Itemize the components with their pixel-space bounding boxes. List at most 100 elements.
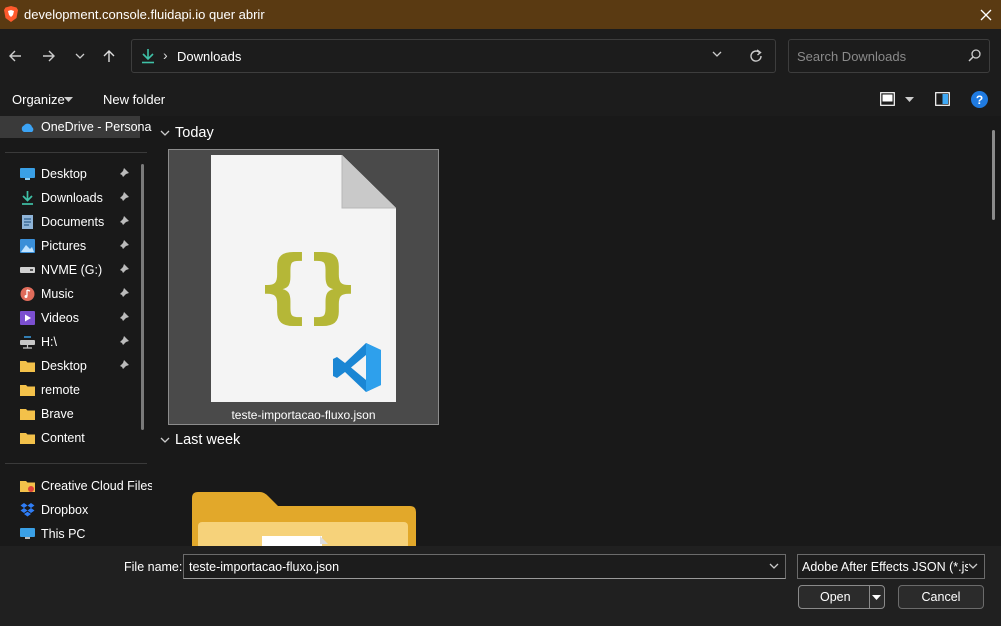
- pin-icon: [119, 168, 129, 178]
- sidebar-item-label: Documents: [41, 215, 105, 229]
- group-label: Today: [175, 125, 214, 141]
- arrow-right-icon: [43, 50, 55, 62]
- chevron-down-icon[interactable]: [712, 51, 722, 57]
- pin-icon: [119, 216, 129, 226]
- sidebar-item-onedrive[interactable]: OneDrive - Personal: [0, 116, 152, 138]
- file-name-label: teste-importacao-fluxo.json: [231, 408, 376, 422]
- sidebar-item-h-drive[interactable]: H:\: [0, 331, 140, 353]
- search-input[interactable]: Search Downloads: [797, 49, 906, 64]
- cancel-button-label: Cancel: [921, 590, 961, 604]
- content-scrollbar[interactable]: [992, 130, 995, 220]
- sidebar-item-pictures[interactable]: Pictures: [0, 235, 140, 257]
- split-divider: [869, 586, 870, 608]
- help-icon[interactable]: ?: [971, 91, 988, 108]
- sidebar-item-label: OneDrive - Personal: [41, 120, 152, 134]
- music-icon: [20, 287, 35, 301]
- pin-icon: [119, 192, 129, 202]
- folder-icon: [20, 361, 35, 372]
- pin-icon: [119, 336, 129, 346]
- arrow-left-icon: [9, 50, 21, 62]
- sidebar-item-label: Desktop: [41, 359, 87, 373]
- vscode-json-file-icon: { }: [211, 155, 396, 402]
- sidebar-item-brave[interactable]: Brave: [0, 403, 140, 425]
- onedrive-icon: [21, 123, 34, 132]
- file-item[interactable]: { } teste-importacao-fluxo.json: [168, 149, 439, 425]
- organize-button[interactable]: Organize: [12, 92, 65, 107]
- sidebar-scrollbar[interactable]: [141, 164, 144, 430]
- sidebar-item-music[interactable]: Music: [0, 283, 140, 305]
- navigation-bar: › Downloads Search Downloads: [0, 29, 1001, 83]
- sidebar-item-this-pc[interactable]: This PC: [0, 523, 140, 545]
- cancel-button[interactable]: Cancel: [898, 585, 984, 609]
- sidebar-item-label: Desktop: [41, 167, 87, 181]
- network-drive-icon: [20, 336, 35, 349]
- pin-icon: [119, 312, 129, 322]
- desktop-icon: [20, 168, 35, 180]
- pin-icon: [119, 240, 129, 250]
- folder-icon: [20, 385, 35, 396]
- pin-icon: [119, 360, 129, 370]
- recent-locations-button[interactable]: [69, 45, 91, 67]
- sidebar-item-documents[interactable]: Documents: [0, 211, 140, 233]
- folder-icon[interactable]: [190, 490, 420, 546]
- open-button-label: Open: [820, 590, 851, 604]
- title-bar: development.console.fluidapi.io quer abr…: [0, 0, 1001, 29]
- forward-button[interactable]: [38, 45, 60, 67]
- command-bar: Organize New folder ?: [0, 83, 1001, 116]
- close-button[interactable]: [971, 0, 1001, 29]
- chevron-down-icon: [968, 563, 978, 569]
- close-icon: [980, 9, 992, 20]
- divider: [5, 463, 147, 464]
- sidebar-item-label: Creative Cloud Files: [41, 479, 152, 493]
- sidebar-item-videos[interactable]: Videos: [0, 307, 140, 329]
- svg-text:}: }: [304, 239, 361, 332]
- file-name-input[interactable]: [187, 558, 757, 576]
- sidebar-item-label: Content: [41, 431, 85, 445]
- sidebar-item-label: remote: [41, 383, 80, 397]
- brave-logo-icon: [4, 6, 18, 22]
- sidebar-item-downloads[interactable]: Downloads: [0, 187, 140, 209]
- file-type-value: Adobe After Effects JSON (*.json): [802, 560, 968, 574]
- sidebar-item-creative-cloud[interactable]: Creative Cloud Files: [0, 475, 152, 497]
- breadcrumb-downloads[interactable]: Downloads: [177, 49, 241, 64]
- pin-icon: [119, 264, 129, 274]
- window-title: development.console.fluidapi.io quer abr…: [24, 7, 265, 22]
- sidebar-item-desktop[interactable]: Desktop: [0, 163, 140, 185]
- refresh-icon[interactable]: [749, 49, 763, 63]
- caret-down-icon[interactable]: [905, 97, 914, 102]
- sidebar-item-desktop-folder[interactable]: Desktop: [0, 355, 140, 377]
- chevron-down-icon[interactable]: [769, 563, 779, 569]
- view-options-icon[interactable]: [880, 92, 895, 106]
- sidebar-item-remote[interactable]: remote: [0, 379, 140, 401]
- sidebar-item-content[interactable]: Content: [0, 427, 140, 449]
- download-icon: [142, 49, 154, 64]
- caret-down-icon[interactable]: [64, 97, 73, 102]
- sidebar-item-dropbox[interactable]: Dropbox: [0, 499, 140, 521]
- file-type-select[interactable]: Adobe After Effects JSON (*.json): [797, 554, 985, 579]
- chevron-down-icon: [160, 130, 170, 136]
- file-list: Today { } teste-importacao-fluxo.json La…: [152, 116, 1001, 546]
- group-header-last-week[interactable]: Last week: [160, 432, 240, 448]
- sidebar-item-label: This PC: [41, 527, 86, 541]
- group-header-today[interactable]: Today: [160, 125, 214, 141]
- preview-pane-icon[interactable]: [935, 92, 950, 106]
- file-name-combobox[interactable]: [183, 554, 786, 579]
- sidebar-item-nvme-drive[interactable]: NVME (G:): [0, 259, 140, 281]
- search-icon: [968, 49, 981, 62]
- footer-panel: File name: Adobe After Effects JSON (*.j…: [0, 546, 1001, 626]
- new-folder-button[interactable]: New folder: [103, 92, 165, 107]
- address-bar[interactable]: › Downloads: [131, 39, 776, 73]
- back-button[interactable]: [4, 45, 26, 67]
- search-box[interactable]: Search Downloads: [788, 39, 990, 73]
- pin-icon: [119, 288, 129, 298]
- documents-icon: [22, 215, 33, 229]
- open-button[interactable]: Open: [798, 585, 885, 609]
- divider: [5, 152, 147, 153]
- sidebar-item-label: Dropbox: [41, 503, 89, 517]
- chevron-down-icon: [160, 437, 170, 443]
- up-button[interactable]: [98, 45, 120, 67]
- chevron-down-icon: [75, 53, 85, 59]
- creative-cloud-icon: [20, 481, 35, 492]
- caret-down-icon[interactable]: [872, 591, 881, 603]
- breadcrumb-separator: ›: [163, 47, 168, 63]
